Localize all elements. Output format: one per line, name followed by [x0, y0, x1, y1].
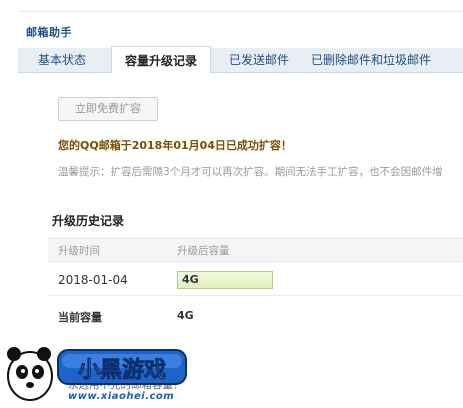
free-expand-button[interactable]: 立即免费扩容 — [58, 97, 158, 121]
column-capacity-after: 升级后容量 — [177, 245, 230, 257]
history-title: 升级历史记录 — [52, 214, 125, 228]
tab-capacity-upgrade-record[interactable]: 容量升级记录 — [111, 46, 211, 73]
tab-bar: 基本状态 容量升级记录 已发送邮件 已删除邮件和垃圾邮件 — [18, 46, 463, 73]
current-capacity-value: 4G — [177, 309, 194, 322]
upgrade-date: 2018-01-04 — [58, 273, 128, 287]
table-row: 2018-01-04 4G — [48, 265, 463, 296]
panda-ear-icon — [7, 347, 21, 361]
current-capacity-label: 当前容量 — [58, 311, 102, 324]
tab-basic-status[interactable]: 基本状态 — [38, 48, 86, 72]
column-upgrade-time: 升级时间 — [58, 245, 100, 257]
capacity-bar: 4G — [177, 271, 273, 289]
app-title: 邮箱助手 — [26, 26, 72, 39]
watermark-url: www.xiaohei.com — [68, 391, 175, 402]
table-header: 升级时间 升级后容量 — [48, 238, 463, 262]
tab-sent-mail[interactable]: 已发送邮件 — [229, 48, 289, 72]
top-divider — [18, 11, 463, 12]
capacity-value: 4G — [182, 273, 199, 286]
watermark-brand: 小黑游戏 — [78, 357, 166, 383]
tip-text: 温馨提示：扩容后需隔3个月才可以再次扩容。期间无法手工扩容，也不会因邮件增 — [58, 166, 443, 178]
panda-ear-icon — [37, 347, 51, 361]
tab-deleted-and-spam[interactable]: 已删除邮件和垃圾邮件 — [311, 48, 431, 72]
success-notice: 您的QQ邮箱于2018年01月04日已成功扩容！ — [58, 139, 292, 152]
